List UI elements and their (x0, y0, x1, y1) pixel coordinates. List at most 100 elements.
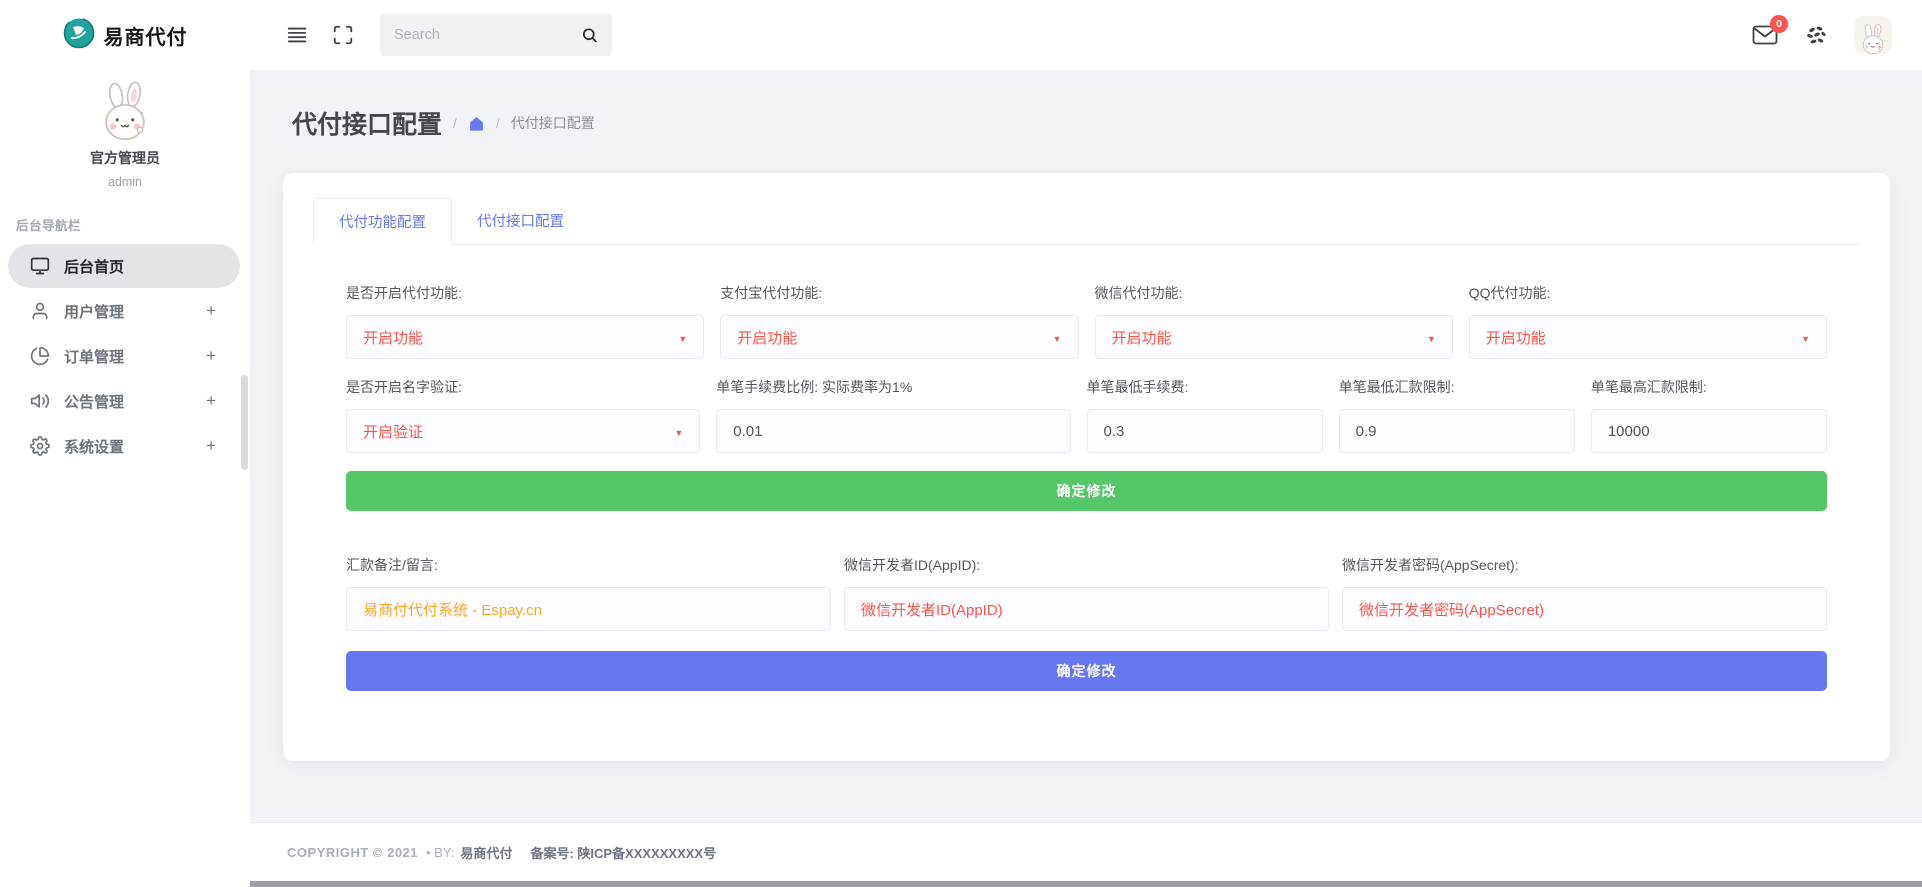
breadcrumb-current: 代付接口配置 (511, 113, 595, 133)
min-amount-input[interactable] (1339, 409, 1575, 453)
pie-chart-icon (30, 346, 50, 366)
search-box (380, 14, 612, 56)
home-icon[interactable] (468, 115, 485, 132)
brand[interactable]: 易商代付 (0, 0, 250, 70)
confirm-modify-button-primary[interactable]: 确定修改 (346, 471, 1827, 511)
brand-name: 易商代付 (104, 21, 188, 50)
sidebar-item-settings[interactable]: 系统设置 + (8, 424, 240, 468)
sidebar-scrollbar[interactable] (241, 375, 248, 470)
qq-payout-select[interactable]: 开启功能 (1469, 315, 1827, 359)
field-label: 单笔最低汇款限制: (1339, 377, 1575, 397)
field-label: 支付宝代付功能: (720, 283, 1078, 303)
field-label: 微信开发者密码(AppSecret): (1342, 555, 1827, 575)
page-header: 代付接口配置 / / 代付接口配置 (292, 105, 1890, 141)
form-row-1: 是否开启代付功能: 开启功能 支付宝代付功能: 开启功能 (346, 283, 1827, 359)
search-icon[interactable] (581, 26, 598, 44)
field-min-fee: 单笔最低手续费: (1087, 377, 1323, 453)
expand-plus-icon: + (206, 436, 216, 456)
tab-content: 是否开启代付功能: 开启功能 支付宝代付功能: 开启功能 (313, 245, 1860, 736)
messages-button[interactable]: 0 (1752, 23, 1778, 47)
fee-ratio-input[interactable] (716, 409, 1070, 453)
wechat-payout-select[interactable]: 开启功能 (1095, 315, 1453, 359)
page-title: 代付接口配置 (292, 105, 442, 141)
sidebar-item-label: 订单管理 (64, 346, 124, 367)
sidebar-item-label: 后台首页 (64, 256, 124, 277)
field-wechat-payout: 微信代付功能: 开启功能 (1095, 283, 1453, 359)
hamburger-menu-icon[interactable] (286, 24, 308, 46)
chevron-down-icon (1053, 329, 1062, 346)
field-label: 单笔手续费比例: 实际费率为1% (716, 377, 1070, 397)
remark-input[interactable] (346, 587, 831, 631)
breadcrumb-separator: / (453, 115, 457, 131)
brand-logo-icon (63, 17, 95, 54)
navbar-avatar[interactable] (1854, 16, 1892, 54)
select-value: 开启验证 (363, 421, 423, 442)
user-avatar-small (1856, 24, 1890, 54)
breadcrumb-separator: / (496, 115, 500, 131)
field-label: 单笔最低手续费: (1087, 377, 1323, 397)
field-alipay-payout: 支付宝代付功能: 开启功能 (720, 283, 1078, 359)
field-remark: 汇款备注/留言: (346, 555, 831, 631)
mail-badge: 0 (1770, 15, 1788, 33)
tab-payout-function-config[interactable]: 代付功能配置 (313, 198, 452, 245)
select-value: 开启功能 (1112, 327, 1172, 348)
window-bottom-strip (250, 881, 1922, 887)
wechat-appsecret-input[interactable] (1342, 587, 1827, 631)
top-navbar: 0 (250, 0, 1922, 70)
app-window: 易商代付 官方管理员 admin 后台导航栏 后台首页 用户管理 + (0, 0, 1922, 887)
footer-copyright: COPYRIGHT © 2021 (287, 845, 418, 860)
user-role: admin (0, 175, 250, 189)
select-value: 开启功能 (363, 327, 423, 348)
form-row-2: 是否开启名字验证: 开启验证 单笔手续费比例: 实际费率为1% 单笔最低手续费: (346, 377, 1827, 453)
field-fee-ratio: 单笔手续费比例: 实际费率为1% (716, 377, 1070, 453)
gear-icon (30, 436, 50, 456)
enable-payout-select[interactable]: 开启功能 (346, 315, 704, 359)
chevron-down-icon (674, 423, 683, 440)
field-max-amount: 单笔最高汇款限制: (1591, 377, 1827, 453)
field-label: 微信开发者ID(AppID): (844, 555, 1329, 575)
name-verify-select[interactable]: 开启验证 (346, 409, 700, 453)
config-card: 代付功能配置 代付接口配置 是否开启代付功能: 开启功能 (283, 173, 1890, 761)
footer-icp: 备案号: 陕ICP备XXXXXXXXX号 (530, 843, 716, 862)
user-name: 官方管理员 (0, 148, 250, 168)
tab-payout-interface-config[interactable]: 代付接口配置 (452, 198, 589, 244)
select-value: 开启功能 (1486, 327, 1546, 348)
field-label: 是否开启代付功能: (346, 283, 704, 303)
min-fee-input[interactable] (1087, 409, 1323, 453)
field-wechat-appsecret: 微信开发者密码(AppSecret): (1342, 555, 1827, 631)
alipay-payout-select[interactable]: 开启功能 (720, 315, 1078, 359)
desktop-icon (30, 256, 50, 276)
sidebar-item-announcements[interactable]: 公告管理 + (8, 379, 240, 423)
fullscreen-icon[interactable] (332, 24, 354, 46)
wechat-appid-input[interactable] (844, 587, 1329, 631)
field-qq-payout: QQ代付功能: 开启功能 (1469, 283, 1827, 359)
expand-plus-icon: + (206, 391, 216, 411)
expand-plus-icon: + (206, 301, 216, 321)
sidebar-item-users[interactable]: 用户管理 + (8, 289, 240, 333)
sidebar-item-dashboard[interactable]: 后台首页 (8, 244, 240, 288)
user-avatar (83, 80, 167, 142)
sidebar-item-label: 用户管理 (64, 301, 124, 322)
search-input[interactable] (394, 27, 581, 43)
field-name-verify: 是否开启名字验证: 开启验证 (346, 377, 700, 453)
field-label: 单笔最高汇款限制: (1591, 377, 1827, 397)
confirm-modify-button-secondary[interactable]: 确定修改 (346, 651, 1827, 691)
sidebar-profile: 官方管理员 admin (0, 70, 250, 189)
field-label: 汇款备注/留言: (346, 555, 831, 575)
field-label: 微信代付功能: (1095, 283, 1453, 303)
chevron-down-icon (1427, 329, 1436, 346)
field-min-amount: 单笔最低汇款限制: (1339, 377, 1575, 453)
sidebar-item-orders[interactable]: 订单管理 + (8, 334, 240, 378)
chevron-down-icon (678, 329, 687, 346)
field-enable-payout: 是否开启代付功能: 开启功能 (346, 283, 704, 359)
footer-brand: 易商代付 (460, 843, 512, 862)
footer-by-label: • BY: (426, 845, 454, 860)
apps-icon[interactable] (1804, 23, 1828, 47)
megaphone-icon (30, 391, 50, 411)
expand-plus-icon: + (206, 346, 216, 366)
footer: COPYRIGHT © 2021 • BY: 易商代付 备案号: 陕ICP备XX… (250, 822, 1922, 881)
max-amount-input[interactable] (1591, 409, 1827, 453)
field-label: QQ代付功能: (1469, 283, 1827, 303)
sidebar-item-label: 系统设置 (64, 436, 124, 457)
field-label: 是否开启名字验证: (346, 377, 700, 397)
